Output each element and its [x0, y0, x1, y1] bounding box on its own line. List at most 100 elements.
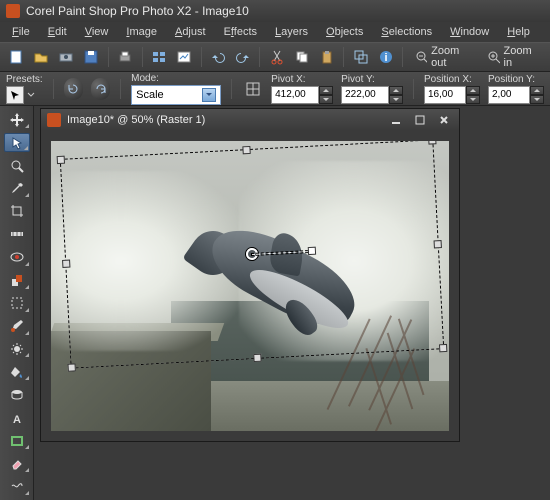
copy-button[interactable]	[291, 45, 312, 69]
zoom-in-button[interactable]: Zoom in	[481, 43, 544, 71]
image-content[interactable]	[51, 141, 449, 431]
menu-window[interactable]: Window	[442, 24, 497, 40]
zoom-in-label: Zoom in	[504, 45, 538, 69]
transform-bounding-box[interactable]	[60, 141, 444, 369]
eraser-tool[interactable]	[4, 454, 30, 473]
print-button[interactable]	[115, 45, 136, 69]
handle-bm[interactable]	[253, 354, 261, 362]
handle-tr[interactable]	[428, 141, 436, 145]
info-button[interactable]: i	[375, 45, 396, 69]
down-arrow-icon[interactable]	[530, 95, 544, 104]
separator	[142, 47, 143, 67]
separator	[231, 79, 232, 99]
document-titlebar[interactable]: Image10* @ 50% (Raster 1)	[41, 109, 459, 131]
separator	[108, 47, 109, 67]
handle-mr[interactable]	[434, 240, 442, 248]
menu-image[interactable]: Image	[118, 24, 165, 40]
up-arrow-icon[interactable]	[530, 86, 544, 95]
menu-edit[interactable]: Edit	[40, 24, 75, 40]
down-arrow-icon[interactable]	[389, 95, 403, 104]
menu-selections[interactable]: Selections	[373, 24, 440, 40]
app-logo-icon	[6, 4, 20, 18]
pan-tool[interactable]	[4, 110, 30, 129]
handle-tl[interactable]	[57, 156, 65, 164]
twain-button[interactable]	[56, 45, 77, 69]
rotation-arm	[252, 251, 312, 255]
presets-group: Presets:	[6, 74, 43, 104]
resize-button[interactable]	[350, 45, 371, 69]
minimize-button[interactable]	[387, 112, 405, 128]
undo-button[interactable]	[208, 45, 229, 69]
preset-picker[interactable]	[6, 86, 24, 104]
posy-spinner[interactable]	[488, 86, 544, 104]
organizer-button[interactable]	[149, 45, 170, 69]
workspace: A Image10* @ 50% (Raster 1)	[0, 106, 550, 500]
zoom-out-button[interactable]: Zoom out	[409, 43, 477, 71]
apply-button[interactable]	[91, 78, 110, 100]
menu-help[interactable]: Help	[499, 24, 538, 40]
menu-adjust[interactable]: Adjust	[167, 24, 214, 40]
mode-group: Mode: Scale	[131, 73, 221, 105]
menubar: File Edit View Image Adjust Effects Laye…	[0, 22, 550, 42]
paste-button[interactable]	[316, 45, 337, 69]
svg-text:A: A	[13, 414, 21, 426]
pivoty-input[interactable]	[341, 86, 389, 104]
handle-br[interactable]	[439, 344, 447, 352]
posx-spinner[interactable]	[424, 86, 480, 104]
pivotx-spinner[interactable]	[271, 86, 333, 104]
menu-layers[interactable]: Layers	[267, 24, 316, 40]
picture-tube-tool[interactable]	[4, 385, 30, 404]
mode-label: Mode:	[131, 73, 221, 84]
selection-tool[interactable]	[4, 294, 30, 313]
up-arrow-icon[interactable]	[389, 86, 403, 95]
handle-ml[interactable]	[62, 260, 70, 268]
express-lab-button[interactable]	[174, 45, 195, 69]
rotation-handle[interactable]	[308, 247, 316, 255]
maximize-button[interactable]	[411, 112, 429, 128]
up-arrow-icon[interactable]	[319, 86, 333, 95]
cut-button[interactable]	[266, 45, 287, 69]
lighten-tool[interactable]	[4, 340, 30, 359]
warp-tool[interactable]	[4, 477, 30, 496]
canvas[interactable]	[41, 131, 459, 441]
shape-tool[interactable]	[4, 431, 30, 450]
zoom-tool[interactable]	[4, 156, 30, 175]
mode-dropdown[interactable]: Scale	[131, 85, 221, 105]
chevron-down-icon	[202, 88, 216, 102]
menu-objects[interactable]: Objects	[318, 24, 371, 40]
document-window: Image10* @ 50% (Raster 1)	[40, 108, 460, 442]
menu-view[interactable]: View	[77, 24, 117, 40]
flood-tool[interactable]	[4, 362, 30, 381]
save-button[interactable]	[81, 45, 102, 69]
menu-file[interactable]: File	[4, 24, 38, 40]
pivotx-input[interactable]	[271, 86, 319, 104]
menu-effects[interactable]: Effects	[216, 24, 265, 40]
pivot-center-button[interactable]	[242, 77, 263, 101]
posx-group: Position X:	[424, 74, 480, 104]
pivoty-spinner[interactable]	[341, 86, 403, 104]
reset-button[interactable]	[64, 78, 83, 100]
posx-input[interactable]	[424, 86, 466, 104]
paintbrush-tool[interactable]	[4, 317, 30, 336]
handle-tm[interactable]	[242, 146, 250, 154]
chevron-down-icon[interactable]	[27, 91, 35, 99]
dropper-tool[interactable]	[4, 179, 30, 198]
down-arrow-icon[interactable]	[319, 95, 333, 104]
up-arrow-icon[interactable]	[466, 86, 480, 95]
close-button[interactable]	[435, 112, 453, 128]
posy-input[interactable]	[488, 86, 530, 104]
pick-tool[interactable]	[4, 133, 30, 152]
straighten-tool[interactable]	[4, 225, 30, 244]
new-button[interactable]	[6, 45, 27, 69]
clone-tool[interactable]	[4, 271, 30, 290]
redo-button[interactable]	[233, 45, 254, 69]
text-tool[interactable]: A	[4, 408, 30, 427]
down-arrow-icon[interactable]	[466, 95, 480, 104]
open-button[interactable]	[31, 45, 52, 69]
canvas-area: Image10* @ 50% (Raster 1)	[34, 106, 550, 500]
crop-tool[interactable]	[4, 202, 30, 221]
zoom-out-label: Zoom out	[431, 45, 471, 69]
tool-panel: A	[0, 106, 34, 500]
redeye-tool[interactable]	[4, 248, 30, 267]
handle-bl[interactable]	[67, 363, 75, 371]
